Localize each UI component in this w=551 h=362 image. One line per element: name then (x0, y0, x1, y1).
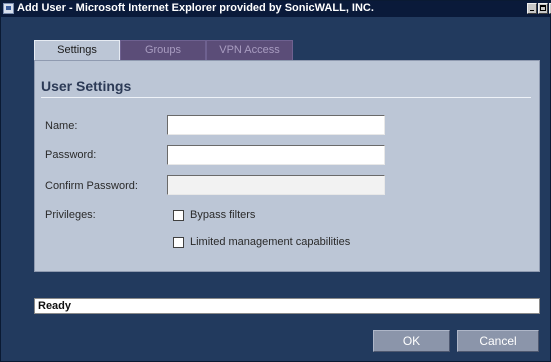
limited-management-checkbox[interactable] (173, 237, 184, 248)
confirm-password-label: Confirm Password: (45, 180, 138, 192)
settings-panel: User Settings Name: Password: Confirm Pa… (34, 60, 540, 272)
bypass-filters-checkbox[interactable] (173, 210, 184, 221)
title-bar[interactable]: Add User - Microsoft Internet Explorer p… (1, 1, 551, 17)
tab-settings[interactable]: Settings (34, 40, 120, 61)
password-field[interactable] (167, 145, 385, 165)
status-bar: Ready (34, 298, 540, 314)
section-divider (41, 97, 531, 98)
password-label: Password: (45, 149, 97, 161)
maximize-button[interactable] (538, 3, 548, 14)
browser-window-icon (3, 3, 14, 14)
privileges-label: Privileges: (45, 209, 96, 221)
tab-groups[interactable]: Groups (120, 40, 206, 60)
minimize-button[interactable] (527, 3, 537, 14)
cancel-button[interactable]: Cancel (457, 330, 539, 352)
name-label: Name: (45, 120, 78, 132)
bypass-filters-label[interactable]: Bypass filters (190, 209, 255, 221)
name-field[interactable] (167, 115, 385, 135)
confirm-password-field[interactable] (167, 175, 385, 195)
limited-management-label[interactable]: Limited management capabilities (190, 236, 350, 248)
ok-button[interactable]: OK (373, 330, 450, 352)
section-title: User Settings (41, 78, 132, 94)
tab-vpn-access[interactable]: VPN Access (206, 40, 293, 60)
window-title: Add User - Microsoft Internet Explorer p… (17, 2, 374, 14)
dialog-window: Add User - Microsoft Internet Explorer p… (0, 0, 551, 362)
